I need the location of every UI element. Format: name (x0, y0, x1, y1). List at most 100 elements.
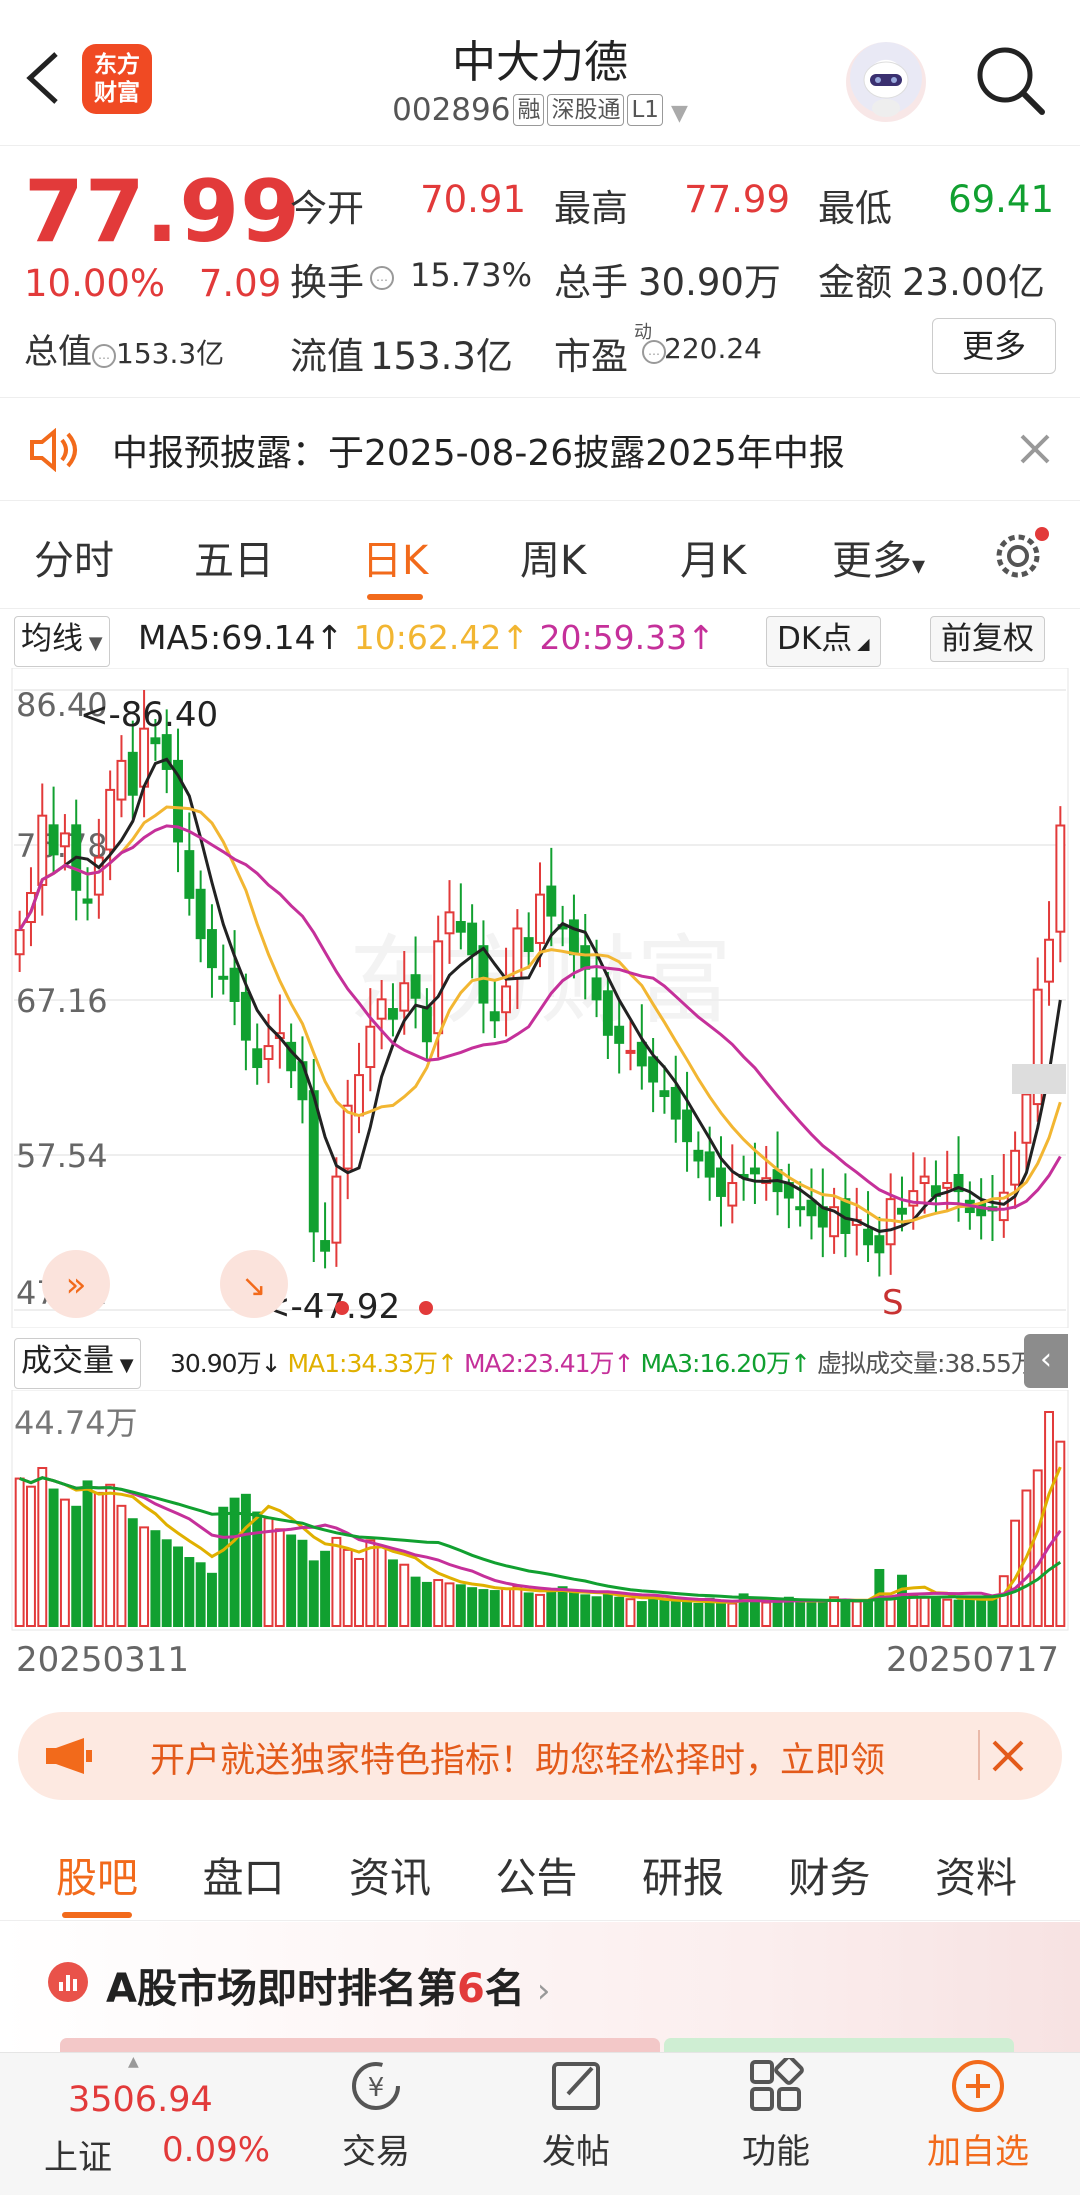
nav-add-watchlist-label: 加自选 (927, 2132, 1029, 2172)
nav-post[interactable]: 发帖 (506, 2058, 646, 2173)
volume-bar (693, 1602, 704, 1628)
info-icon[interactable]: … (370, 266, 394, 290)
volume-bar (840, 1598, 851, 1627)
volume-bar (195, 1562, 206, 1628)
volume-bar (320, 1550, 331, 1628)
adjust-button[interactable]: 前复权 (930, 616, 1045, 662)
tab-info-0[interactable]: 股吧 (56, 1844, 138, 1918)
volume-bar (919, 1596, 930, 1628)
volume-bar (93, 1491, 104, 1627)
ma-selector[interactable]: 均线 ▼ (14, 616, 110, 667)
assistant-robot-icon[interactable] (846, 42, 926, 122)
search-icon[interactable] (972, 42, 1048, 118)
quote-label: 市盈 (554, 335, 628, 378)
promo-banner[interactable]: 开户就送独家特色指标！助您轻松择时，立即领 (18, 1712, 1062, 1800)
volume-bar (987, 1596, 998, 1627)
tab-info-5[interactable]: 财务 (789, 1844, 871, 1904)
volume-bar (976, 1600, 987, 1628)
collapse-left-icon[interactable]: ‹ (1024, 1334, 1068, 1388)
nav-trade[interactable]: ¥ 交易 (306, 2058, 446, 2173)
volume-bar (998, 1575, 1009, 1628)
volume-bar (648, 1595, 659, 1627)
svg-text:»: » (66, 1265, 87, 1305)
volume-selector[interactable]: 成交量 ▼ (14, 1338, 141, 1389)
close-icon[interactable] (988, 1736, 1028, 1776)
volume-bar (82, 1480, 93, 1627)
stock-code: 002896 (392, 92, 511, 128)
volume-bar (523, 1592, 534, 1627)
volume-bar (184, 1557, 195, 1627)
index-value[interactable]: 3506.94 (68, 2080, 213, 2120)
tab-kline-3[interactable]: 周K (520, 528, 586, 586)
dropdown-icon: ▼ (114, 1355, 134, 1376)
volume-bar (263, 1517, 274, 1627)
nav-post-label: 发帖 (542, 2132, 610, 2172)
tab-kline-1[interactable]: 五日 (194, 528, 274, 586)
candle (444, 911, 455, 935)
tab-label: 资料 (935, 1854, 1017, 1902)
candle (535, 893, 545, 944)
tab-info-1[interactable]: 盘口 (203, 1844, 285, 1904)
tab-kline-0[interactable]: 分时 (34, 528, 114, 586)
tab-info-6[interactable]: 资料 (935, 1844, 1017, 1904)
signal-dot (335, 1301, 349, 1315)
candle (331, 1175, 342, 1244)
volume-bar (105, 1483, 116, 1627)
tab-info-4[interactable]: 研报 (642, 1844, 724, 1904)
candle (716, 1167, 726, 1197)
volume-chart[interactable] (0, 1390, 1080, 1640)
volume-bar (308, 1560, 319, 1627)
tab-info-3[interactable]: 公告 (496, 1844, 578, 1904)
index-name[interactable]: 上证 (44, 2130, 112, 2179)
volume-bar (444, 1582, 455, 1627)
candle (218, 975, 229, 980)
nav-functions[interactable]: 功能 (706, 2055, 846, 2173)
candlestick-chart[interactable]: 东方财富86.4076.7867.1657.5447.92<-86.40<-47… (0, 668, 1080, 1328)
trade-yen-icon: ¥ (352, 2062, 400, 2110)
volume-bar (716, 1601, 726, 1627)
nav-add-watchlist[interactable]: 加自选 (908, 2058, 1048, 2173)
candle (659, 1090, 670, 1098)
ranking-text: A股市场即时排名第6名 › (106, 1956, 550, 2014)
candle (489, 1011, 500, 1022)
zoom-icon[interactable]: ↘ (220, 1250, 288, 1318)
candle (455, 921, 466, 933)
quote-value: 30.90万 (638, 261, 781, 304)
volume-bar (908, 1594, 919, 1628)
volume-bar (354, 1557, 364, 1627)
volume-bar (139, 1526, 150, 1628)
info-icon[interactable]: … (92, 344, 116, 368)
tab-kline-2[interactable]: 日K (362, 528, 428, 600)
volume-bar (863, 1600, 874, 1628)
caret-down-icon[interactable]: ▼ (671, 101, 688, 126)
candle (308, 1090, 319, 1233)
ma10-value: 10:62.42↑ (353, 618, 530, 657)
quote-value: 220.24 (664, 332, 762, 365)
price-cursor-tag (1012, 1064, 1066, 1094)
tab-info-2[interactable]: 资讯 (349, 1844, 431, 1904)
tab-kline-5[interactable]: 更多▾ (832, 528, 925, 586)
candle (863, 1228, 874, 1246)
tab-label: 更多 (832, 538, 912, 584)
notice-bar[interactable]: 中报预披露：于2025-08-26披露2025年中报 (0, 397, 1080, 501)
tab-label: 资讯 (349, 1854, 431, 1902)
candle (591, 977, 602, 1001)
notice-text: 中报预披露：于2025-08-26披露2025年中报 (112, 433, 845, 474)
caret-up-icon[interactable]: ▲ (128, 2054, 139, 2070)
ranking-card[interactable]: A股市场即时排名第6名 › (0, 1922, 1080, 2052)
settings-gear-icon[interactable] (992, 526, 1052, 582)
svg-text:¥: ¥ (368, 2073, 385, 2103)
more-quote-button[interactable]: 更多 (932, 318, 1056, 374)
dk-button[interactable]: DK点 ◢ (766, 616, 881, 667)
close-icon[interactable] (1018, 432, 1052, 466)
volume-bar (387, 1559, 398, 1627)
tab-kline-4[interactable]: 月K (680, 528, 746, 586)
change-amount: 7.09 (198, 262, 282, 305)
candle (501, 985, 512, 1014)
volume-bar (636, 1601, 647, 1627)
signal-dot (419, 1301, 433, 1315)
expand-icon[interactable]: » (42, 1250, 110, 1318)
volume-bar (897, 1574, 907, 1627)
volume-bar (942, 1598, 953, 1627)
quote-label: 流值 (290, 335, 364, 378)
